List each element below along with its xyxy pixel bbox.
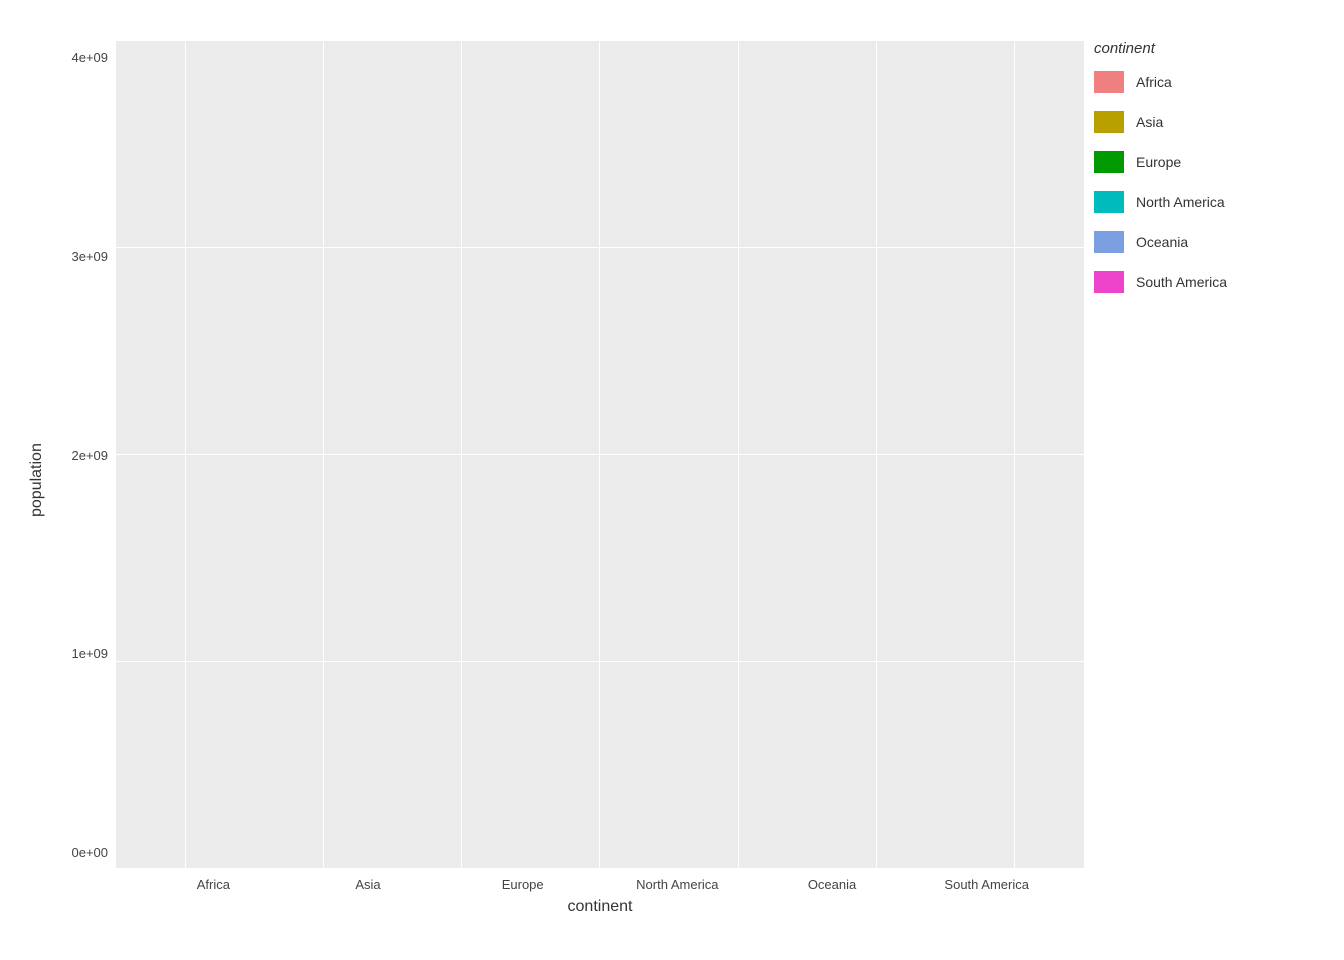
- x-axis-tick: Oceania: [755, 877, 910, 892]
- x-axis-tick: Africa: [136, 877, 291, 892]
- plot-grid: [116, 40, 1084, 869]
- y-axis-tick: 1e+09: [71, 646, 108, 661]
- x-axis: AfricaAsiaEuropeNorth AmericaOceaniaSout…: [116, 869, 1084, 892]
- y-axis-tick: 0e+00: [71, 845, 108, 860]
- chart-container: population 4e+09 3e+09 2e+09 1e+09 0e+00: [0, 0, 1344, 960]
- x-axis-tick: Europe: [445, 877, 600, 892]
- legend-item: Oceania: [1094, 231, 1304, 253]
- x-axis-tick: Asia: [291, 877, 446, 892]
- legend-item: South America: [1094, 271, 1304, 293]
- legend-label: North America: [1136, 194, 1225, 210]
- legend-color-box: [1094, 271, 1124, 293]
- legend-color-box: [1094, 231, 1124, 253]
- bars-area: [116, 40, 1084, 869]
- x-axis-tick: North America: [600, 877, 755, 892]
- legend-label: Africa: [1136, 74, 1172, 90]
- legend-color-box: [1094, 111, 1124, 133]
- y-axis-ticks: 4e+09 3e+09 2e+09 1e+09 0e+00: [46, 40, 116, 920]
- legend-item: Europe: [1094, 151, 1304, 173]
- legend-title: continent: [1094, 40, 1304, 57]
- legend-color-box: [1094, 151, 1124, 173]
- legend-color-box: [1094, 71, 1124, 93]
- plot-and-x: AfricaAsiaEuropeNorth AmericaOceaniaSout…: [116, 40, 1084, 920]
- chart-wrapper: population 4e+09 3e+09 2e+09 1e+09 0e+00: [20, 20, 1324, 940]
- y-axis-tick: 4e+09: [71, 50, 108, 65]
- y-axis-tick: 3e+09: [71, 249, 108, 264]
- legend-item: Africa: [1094, 71, 1304, 93]
- y-axis-label: population: [20, 40, 46, 920]
- legend-label: South America: [1136, 274, 1227, 290]
- legend-item: North America: [1094, 191, 1304, 213]
- legend-label: Europe: [1136, 154, 1181, 170]
- y-axis-tick: 2e+09: [71, 448, 108, 463]
- legend-color-box: [1094, 191, 1124, 213]
- x-axis-label: continent: [116, 892, 1084, 920]
- legend-item: Asia: [1094, 111, 1304, 133]
- legend-label: Asia: [1136, 114, 1163, 130]
- legend-label: Oceania: [1136, 234, 1188, 250]
- x-axis-tick: South America: [909, 877, 1064, 892]
- plot-area-wrapper: population 4e+09 3e+09 2e+09 1e+09 0e+00: [20, 20, 1084, 940]
- legend-items: Africa Asia Europe North America Oceania Sout…: [1094, 71, 1304, 311]
- legend: continent Africa Asia Europe North America O…: [1084, 20, 1324, 331]
